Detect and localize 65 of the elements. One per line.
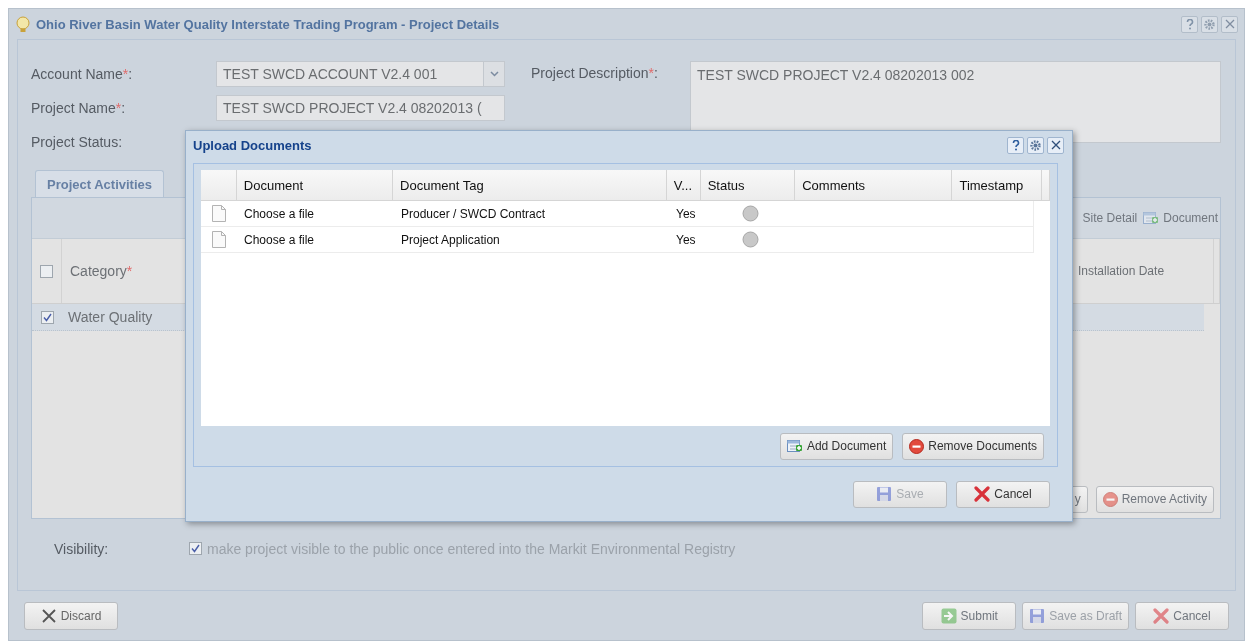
help-button[interactable] (1181, 15, 1198, 33)
close-button[interactable] (1047, 136, 1064, 154)
save-icon (876, 486, 893, 502)
remove-icon (909, 438, 925, 454)
table-add-icon (1143, 211, 1160, 225)
table-cell: Choose a file (244, 206, 315, 221)
table-cell: Producer / SWCD Contract (401, 206, 546, 221)
cancel-icon (1153, 607, 1170, 624)
remove-icon (1102, 491, 1118, 507)
column-header: Document Tag (400, 177, 484, 193)
checkbox[interactable] (40, 310, 54, 324)
toolbar-button[interactable]: Site Detail (1082, 211, 1138, 225)
document-button[interactable]: Remove Documents (902, 432, 1044, 460)
arrow-right-icon (940, 607, 957, 624)
checkbox[interactable] (40, 264, 53, 278)
cancel-icon (974, 486, 991, 502)
tab[interactable]: Project Activities (35, 170, 164, 197)
gear-icon (1030, 139, 1041, 151)
table-cell: Project Application (401, 232, 500, 247)
column-header: V... (673, 177, 693, 193)
dialog-button[interactable]: Cancel (956, 480, 1050, 508)
chevron-down-icon (489, 71, 499, 77)
table-cell: Yes (676, 206, 696, 221)
close-icon (1224, 19, 1235, 29)
close-icon (1050, 140, 1061, 150)
toolbar-button[interactable]: Document (1143, 211, 1218, 225)
column-header: Category* (70, 263, 133, 279)
table-cell: Choose a file (244, 232, 315, 247)
footer-button[interactable]: Submit (922, 601, 1017, 630)
table-row[interactable]: Choose a file Producer / SWCD Contract Yes (201, 201, 1034, 227)
settings-button[interactable] (1201, 15, 1218, 33)
column-header: Installation Date (1078, 264, 1165, 278)
table-cell-text: Water Quality (67, 309, 153, 325)
dialog-title: Upload Documents (193, 137, 313, 153)
activity-button[interactable]: Remove Activity (1095, 485, 1214, 513)
close-icon (40, 607, 57, 624)
discard-button[interactable]: Discard (24, 601, 118, 630)
table-add-icon (786, 439, 803, 453)
column-header: Timestamp (959, 177, 1024, 193)
document-icon (212, 231, 226, 248)
column-header: Status (707, 177, 745, 193)
table-cell: Yes (676, 232, 696, 247)
field-label: Project Description*: (531, 64, 659, 83)
column-header: Document (243, 177, 304, 193)
field-label: Visibility: (53, 540, 110, 557)
question-icon (1011, 139, 1020, 151)
save-icon (1029, 607, 1046, 624)
status-dot-icon (742, 231, 759, 248)
help-button[interactable] (1007, 136, 1024, 154)
account-dropdown[interactable]: TEST SWCD ACCOUNT V2.4 001 (216, 61, 505, 87)
status-dot-icon (742, 205, 759, 222)
window-title: Ohio River Basin Water Quality Interstate Trading Program - Project Details (36, 16, 501, 32)
gear-icon (1204, 18, 1215, 30)
input-field[interactable]: TEST SWCD PROJECT V2.4 08202013 ( (216, 95, 505, 121)
document-button[interactable]: Add Document (779, 432, 894, 460)
table-row[interactable]: Choose a file Project Application Yes (201, 227, 1034, 253)
field-label: Account Name*: (31, 66, 134, 82)
document-icon (212, 205, 226, 222)
settings-button[interactable] (1027, 136, 1044, 154)
footer-button[interactable]: Cancel (1135, 601, 1229, 630)
checkbox[interactable] (189, 542, 202, 555)
column-header: Comments (802, 177, 866, 193)
field-label: Project Name*: (31, 100, 127, 116)
bulb-icon (15, 15, 31, 33)
question-icon (1185, 18, 1194, 30)
